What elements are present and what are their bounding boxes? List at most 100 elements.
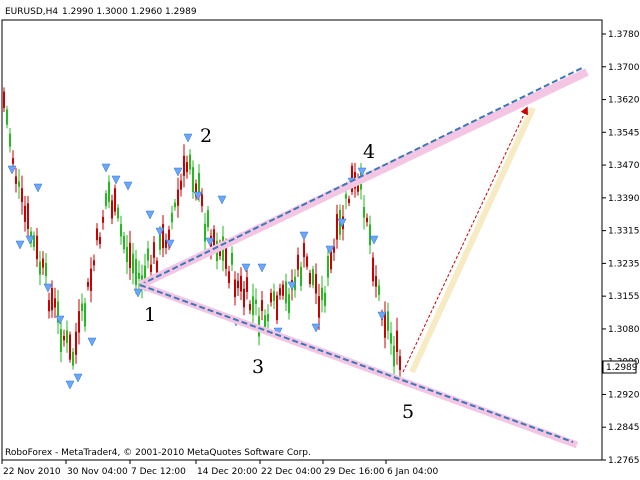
candle-body: [267, 314, 269, 322]
candle-body: [204, 223, 206, 242]
x-tick-label: 22 Dec 04:00: [261, 467, 322, 477]
candle-body: [96, 228, 98, 241]
time-axis[interactable]: 22 Nov 2010 30 Nov 04:00 7 Dec 12:00 14 Dec…: [1, 460, 439, 477]
candle-body: [150, 264, 152, 272]
candle-body: [90, 268, 92, 291]
candle-body: [48, 300, 50, 312]
candle-body: [189, 154, 191, 170]
candle-body: [270, 292, 272, 303]
current-price-tag: 1.2989: [602, 360, 638, 374]
candle-body: [186, 162, 188, 173]
candle-body: [72, 351, 74, 366]
candle-body: [390, 333, 392, 344]
candle-body: [126, 247, 128, 263]
symbol-label: EURUSD,H4: [5, 7, 58, 17]
candle-body: [177, 189, 179, 206]
candle-body: [39, 261, 41, 275]
candle-body: [315, 274, 317, 294]
candle-body: [129, 242, 131, 269]
candle-body: [225, 245, 227, 269]
candle-body: [84, 303, 86, 327]
ohlc-readout: 1.2990 1.3000 1.2960 1.2989: [62, 7, 197, 17]
x-tick-label: 7 Dec 12:00: [131, 467, 186, 477]
candle-body: [243, 288, 245, 308]
candle-body: [147, 248, 149, 261]
candle-body: [99, 236, 101, 244]
candle-body: [399, 356, 401, 370]
y-tick-label: 1.2845: [608, 423, 640, 433]
plot-area[interactable]: [1, 19, 603, 461]
candle-body: [363, 206, 365, 218]
y-tick-label: 1.3080: [608, 325, 640, 335]
candle-body: [120, 224, 122, 237]
candle-body: [153, 242, 155, 258]
y-tick-label: 1.3470: [608, 161, 640, 171]
y-tick-label: 1.3235: [608, 259, 640, 269]
candle-body: [75, 331, 77, 355]
copyright-text: RoboForex - MetaTrader4, © 2001-2010 Met…: [5, 448, 311, 458]
candle-body: [336, 214, 338, 240]
candle-body: [78, 311, 80, 333]
candle-body: [27, 203, 29, 229]
candle-body: [198, 173, 200, 193]
candle-body: [312, 269, 314, 286]
y-tick-label: 1.2920: [608, 390, 640, 400]
candle-body: [132, 253, 134, 274]
candle-body: [285, 281, 287, 304]
candle-body: [228, 271, 230, 283]
x-tick-label: 22 Nov 2010: [3, 467, 61, 477]
candle-body: [144, 265, 146, 280]
candle-body: [42, 258, 44, 268]
candle-body: [309, 272, 311, 285]
x-tick-label: 14 Dec 20:00: [197, 467, 258, 477]
candle-body: [255, 299, 257, 304]
candle-body: [273, 291, 275, 302]
x-tick-label: 30 Nov 04:00: [67, 467, 128, 477]
candle-body: [279, 288, 281, 296]
candle-body: [276, 295, 278, 321]
candle-body: [231, 252, 233, 265]
y-tick-label: 1.3390: [608, 194, 640, 204]
candle-body: [108, 181, 110, 202]
candle-body: [69, 334, 71, 360]
candle-body: [45, 262, 47, 276]
chart-window[interactable]: 1 2 3 4 5 EURUSD,H4 1.2990 1.3000 1.2960…: [0, 0, 640, 480]
candle-body: [372, 257, 374, 282]
candle-body: [246, 277, 248, 292]
candle-body: [66, 330, 68, 344]
candle-body: [171, 212, 173, 223]
y-tick-label: 1.3315: [608, 227, 640, 237]
x-tick-label: 29 Dec 16:00: [324, 467, 385, 477]
candle-body: [249, 304, 251, 311]
candle-body: [192, 167, 194, 193]
candle-body: [234, 279, 236, 298]
candle-body: [300, 266, 302, 287]
wave-label-4: 4: [363, 141, 375, 163]
price-axis[interactable]: 1.3780 1.3700 1.3620 1.3545 1.3470 1.3390 1.33…: [602, 30, 640, 466]
y-tick-label: 1.2765: [608, 456, 640, 466]
candle-body: [207, 210, 209, 228]
candle-body: [303, 243, 305, 258]
candle-body: [174, 202, 176, 208]
candle-body: [261, 300, 263, 311]
wave-label-2: 2: [200, 125, 212, 147]
candle-body: [393, 345, 395, 367]
candle-body: [60, 328, 62, 352]
wave-label-3: 3: [252, 356, 264, 378]
candle-body: [240, 275, 242, 292]
candle-body: [63, 335, 65, 341]
candle-body: [51, 287, 53, 311]
current-price-value: 1.2989: [606, 363, 638, 373]
candle-body: [81, 303, 83, 311]
candle-body: [6, 109, 8, 125]
candle-body: [180, 180, 182, 190]
candle-body: [348, 198, 350, 203]
candle-body: [54, 298, 56, 308]
candle-body: [105, 193, 107, 207]
candle-body: [366, 217, 368, 223]
candle-body: [345, 194, 347, 199]
wave-label-5: 5: [402, 401, 414, 423]
candle-body: [318, 296, 320, 318]
price-chart[interactable]: 1 2 3 4 5 EURUSD,H4 1.2990 1.3000 1.2960…: [0, 0, 640, 480]
y-tick-label: 1.3155: [608, 292, 640, 302]
